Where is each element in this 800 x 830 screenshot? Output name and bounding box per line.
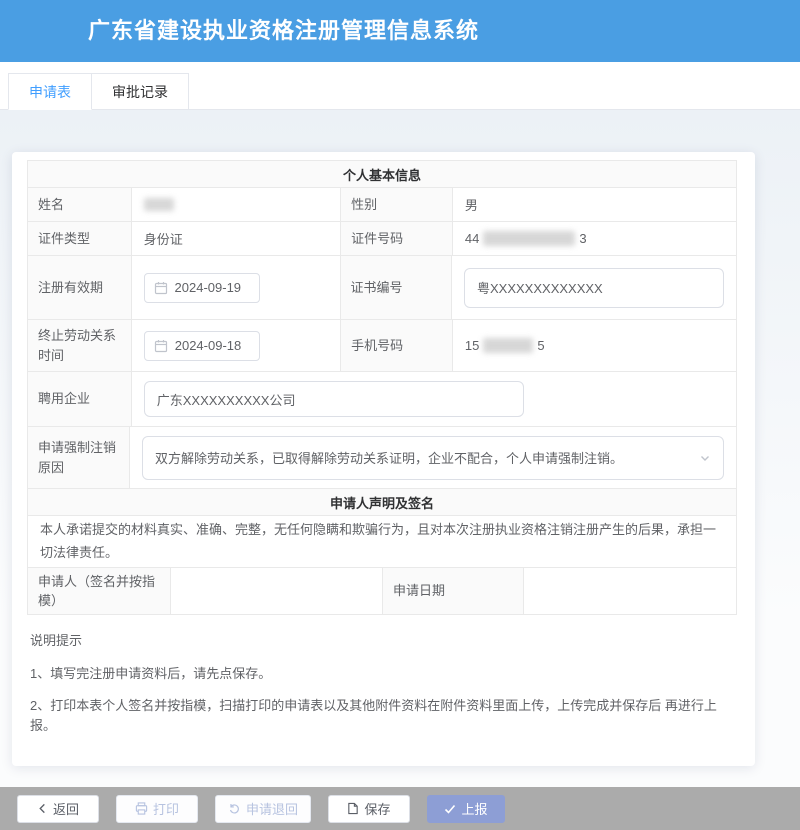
cancel-reason-select[interactable]: 双方解除劳动关系，已取得解除劳动关系证明，企业不配合，个人申请强制注销。	[142, 436, 724, 480]
save-button-label: 保存	[364, 799, 390, 818]
chevron-left-icon	[37, 803, 48, 814]
declaration-text: 本人承诺提交的材料真实、准确、完整，无任何隐瞒和欺骗行为，且对本次注册执业资格注…	[28, 515, 736, 567]
cert-no-cell: 粤XXXXXXXXXXXXX	[451, 255, 736, 319]
section-title-declaration: 申请人声明及签名	[28, 488, 736, 515]
print-button[interactable]: 打印	[116, 795, 198, 823]
id-number-prefix: 44	[465, 231, 479, 246]
reg-validity-value: 2024-09-19	[175, 280, 242, 295]
redacted-id-blur	[483, 231, 575, 246]
reg-validity-date-input[interactable]: 2024-09-19	[144, 273, 260, 303]
app-header: 广东省建设执业资格注册管理信息系统	[0, 0, 800, 62]
tab-label: 申请表	[29, 84, 71, 100]
instruction-item-1: 1、填写完注册申请资料后，请先点保存。	[30, 664, 737, 684]
apply-date-label: 申请日期	[382, 567, 523, 614]
cancel-reason-cell: 双方解除劳动关系，已取得解除劳动关系证明，企业不配合，个人申请强制注销。	[129, 426, 736, 488]
apply-date-value	[523, 567, 736, 614]
phone-label: 手机号码	[340, 319, 452, 371]
termination-label: 终止劳动关系时间	[28, 319, 131, 371]
name-value	[131, 187, 340, 221]
form-card: 个人基本信息 姓名 性别 男 证件类型 身份证 证件号码	[12, 152, 755, 766]
employer-cell: 广东XXXXXXXXXX公司	[131, 371, 736, 426]
tab-label: 审批记录	[112, 84, 168, 100]
id-number-label: 证件号码	[340, 221, 452, 255]
termination-value: 2024-09-18	[175, 338, 242, 353]
print-button-label: 打印	[153, 799, 179, 818]
termination-date-input[interactable]: 2024-09-18	[144, 331, 260, 361]
application-form-table: 个人基本信息 姓名 性别 男 证件类型 身份证 证件号码	[27, 160, 737, 615]
redacted-name-blur	[144, 198, 174, 211]
applicant-sign-value	[170, 567, 382, 614]
cancel-reason-value: 双方解除劳动关系，已取得解除劳动关系证明，企业不配合，个人申请强制注销。	[155, 448, 623, 467]
undo-icon	[228, 802, 241, 815]
instructions-block: 说明提示 1、填写完注册申请资料后，请先点保存。 2、打印本表个人签名并按指模，…	[27, 615, 739, 735]
redacted-phone-blur	[483, 338, 533, 353]
instructions-title: 说明提示	[30, 631, 737, 651]
calendar-icon	[154, 339, 168, 353]
id-number-suffix: 3	[579, 231, 586, 246]
back-button[interactable]: 返回	[17, 795, 99, 823]
id-number-value: 44 3	[452, 221, 736, 255]
cert-no-input[interactable]: 粤XXXXXXXXXXXXX	[464, 268, 724, 308]
employer-input[interactable]: 广东XXXXXXXXXX公司	[144, 381, 524, 417]
reg-validity-label: 注册有效期	[28, 255, 131, 319]
id-type-value: 身份证	[131, 221, 340, 255]
submit-button-label: 上报	[461, 799, 487, 818]
calendar-icon	[154, 281, 168, 295]
reg-validity-cell: 2024-09-19	[131, 255, 340, 319]
instruction-item-2: 2、打印本表个人签名并按指模，扫描打印的申请表以及其他附件资料在附件资料里面上传…	[30, 696, 737, 735]
document-icon	[347, 802, 359, 815]
phone-value: 15 5	[452, 319, 736, 371]
phone-prefix: 15	[465, 338, 479, 353]
cancel-reason-label: 申请强制注销原因	[28, 426, 129, 488]
employer-value: 广东XXXXXXXXXX公司	[157, 390, 296, 409]
tab-bar: 申请表 审批记录	[0, 62, 800, 110]
chevron-down-icon	[699, 452, 711, 464]
submit-button[interactable]: 上报	[427, 795, 505, 823]
request-return-button[interactable]: 申请退回	[215, 795, 311, 823]
employer-label: 聘用企业	[28, 371, 131, 426]
page-title: 广东省建设执业资格注册管理信息系统	[0, 0, 800, 62]
check-icon	[444, 803, 456, 815]
tab-application-form[interactable]: 申请表	[8, 73, 92, 110]
termination-cell: 2024-09-18	[131, 319, 340, 371]
id-type-label: 证件类型	[28, 221, 131, 255]
gender-label: 性别	[340, 187, 452, 221]
cert-no-value: 粤XXXXXXXXXXXXX	[477, 278, 603, 297]
content-area: 个人基本信息 姓名 性别 男 证件类型 身份证 证件号码	[0, 110, 800, 787]
gender-value: 男	[452, 187, 736, 221]
action-bar: 返回 打印 申请退回 保存	[0, 787, 800, 830]
save-button[interactable]: 保存	[328, 795, 410, 823]
printer-icon	[135, 802, 148, 815]
tab-approval-records[interactable]: 审批记录	[92, 73, 189, 110]
name-label: 姓名	[28, 187, 131, 221]
request-return-button-label: 申请退回	[246, 799, 298, 818]
cert-no-label: 证书编号	[340, 255, 452, 319]
phone-suffix: 5	[537, 338, 544, 353]
applicant-sign-label: 申请人（签名并按指模）	[28, 567, 170, 614]
app-window: 广东省建设执业资格注册管理信息系统 申请表 审批记录 个人基本信息 姓名	[0, 0, 800, 830]
back-button-label: 返回	[53, 799, 79, 818]
section-title-basic-info: 个人基本信息	[28, 161, 736, 187]
